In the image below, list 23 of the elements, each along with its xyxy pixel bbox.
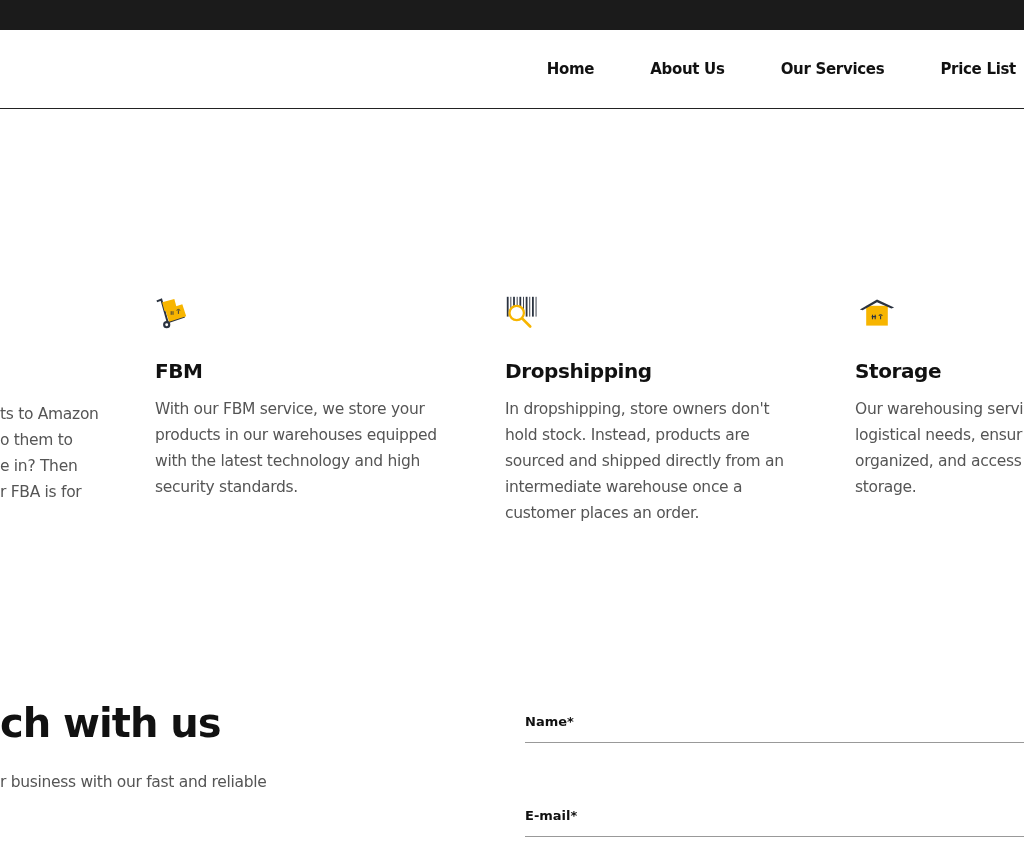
description-line: logistical needs, ensur bbox=[855, 425, 1023, 446]
nav-link[interactable]: Home bbox=[518, 60, 623, 78]
description-line: e in? Then bbox=[0, 456, 78, 477]
service-title: Dropshipping bbox=[505, 359, 653, 383]
description-line: ts to Amazon bbox=[0, 404, 99, 425]
section-heading: ch with us bbox=[0, 699, 222, 748]
field-label: Name* bbox=[525, 714, 574, 729]
description-line: storage. bbox=[855, 477, 917, 498]
service-title: FBM bbox=[155, 359, 204, 383]
nav-link[interactable]: Our Services bbox=[752, 60, 913, 78]
service-description: With our FBM service, we store your products in our warehouses equipped with the latest technology and high security standards. bbox=[155, 399, 438, 498]
field-label: E-mail* bbox=[525, 808, 578, 823]
description-line: organized, and access bbox=[855, 451, 1022, 472]
section-subtitle: r business with our fast and reliable bbox=[0, 773, 268, 791]
nav-link[interactable]: Price List bbox=[912, 60, 1016, 78]
description-line: o them to bbox=[0, 430, 73, 451]
nav-link[interactable]: About Us bbox=[622, 60, 753, 78]
description-line: r FBA is for bbox=[0, 482, 82, 503]
service-title: Storage bbox=[855, 359, 943, 383]
input-field[interactable]: Name* bbox=[525, 711, 1024, 743]
service-description: In dropshipping, store owners don't hold stock. Instead, products are sourced and shipped directly from an intermediate warehouse once a customer places an order. bbox=[505, 399, 785, 524]
input-field[interactable]: E-mail* bbox=[525, 805, 1024, 837]
description-line: Our warehousing servi bbox=[855, 399, 1024, 420]
